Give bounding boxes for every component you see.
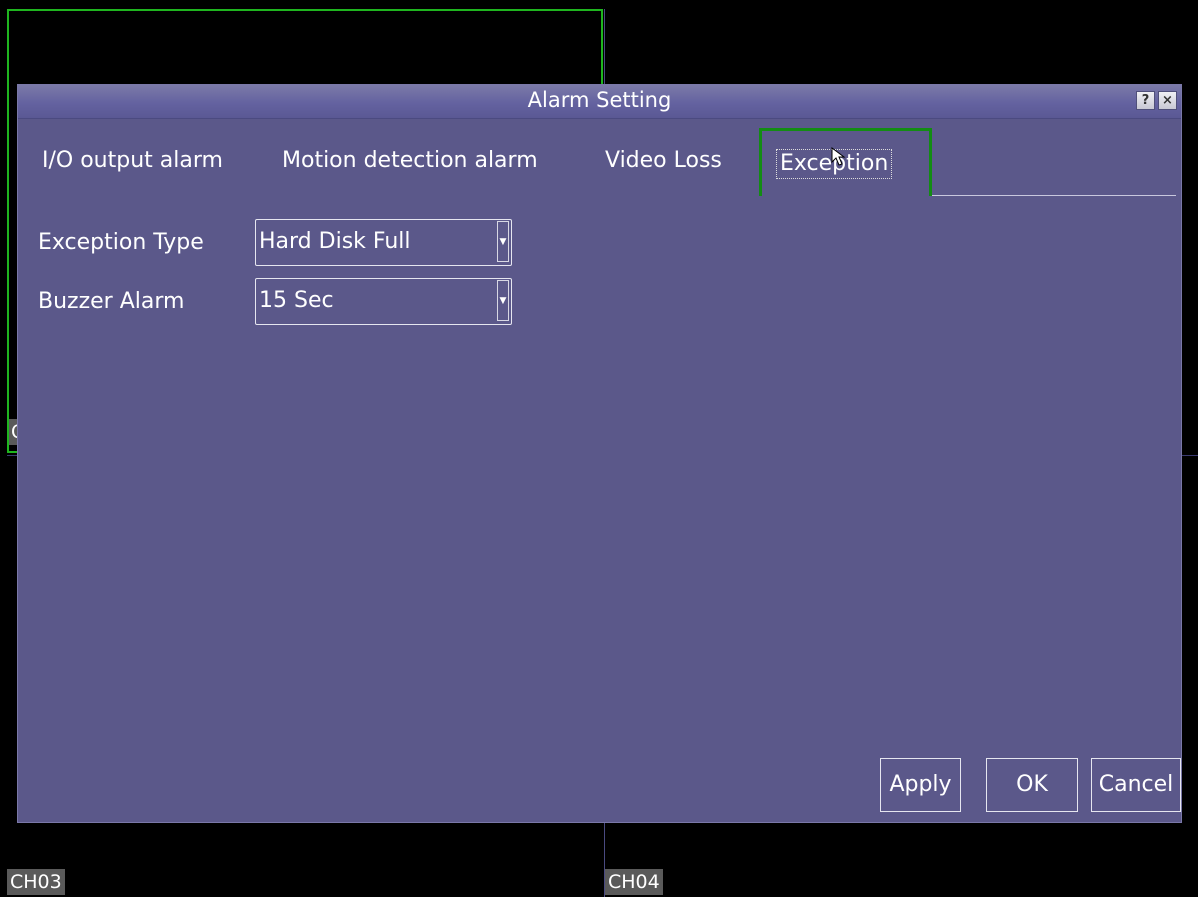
chevron-down-icon[interactable]: ▼ bbox=[497, 280, 509, 321]
dialog-titlebar[interactable]: Alarm Setting ? × bbox=[18, 85, 1181, 119]
buzzer-alarm-select[interactable]: 15 Sec ▼ bbox=[255, 278, 512, 325]
tab-underline bbox=[932, 195, 1176, 196]
exception-type-select[interactable]: Hard Disk Full ▼ bbox=[255, 219, 512, 266]
buzzer-alarm-value: 15 Sec bbox=[259, 288, 334, 313]
tab-video-loss[interactable]: Video Loss bbox=[605, 148, 722, 173]
alarm-setting-dialog: Alarm Setting ? × I/O output alarm Motio… bbox=[17, 84, 1182, 823]
mouse-cursor-icon bbox=[831, 147, 846, 166]
tab-motion-detection-alarm[interactable]: Motion detection alarm bbox=[282, 148, 538, 173]
buzzer-alarm-label: Buzzer Alarm bbox=[38, 289, 185, 314]
channel-label-ch03: CH03 bbox=[7, 869, 65, 895]
chevron-down-icon[interactable]: ▼ bbox=[497, 221, 509, 262]
cancel-button[interactable]: Cancel bbox=[1091, 758, 1181, 812]
apply-button[interactable]: Apply bbox=[880, 758, 961, 812]
tab-bar: I/O output alarm Motion detection alarm … bbox=[18, 118, 1181, 196]
tab-io-output-alarm[interactable]: I/O output alarm bbox=[42, 148, 223, 173]
ok-button[interactable]: OK bbox=[986, 758, 1078, 812]
dialog-title: Alarm Setting bbox=[527, 88, 672, 112]
exception-type-label: Exception Type bbox=[38, 230, 204, 255]
help-button[interactable]: ? bbox=[1136, 91, 1155, 110]
channel-label-ch04: CH04 bbox=[605, 869, 663, 895]
close-button[interactable]: × bbox=[1158, 91, 1177, 110]
exception-type-value: Hard Disk Full bbox=[259, 229, 411, 254]
